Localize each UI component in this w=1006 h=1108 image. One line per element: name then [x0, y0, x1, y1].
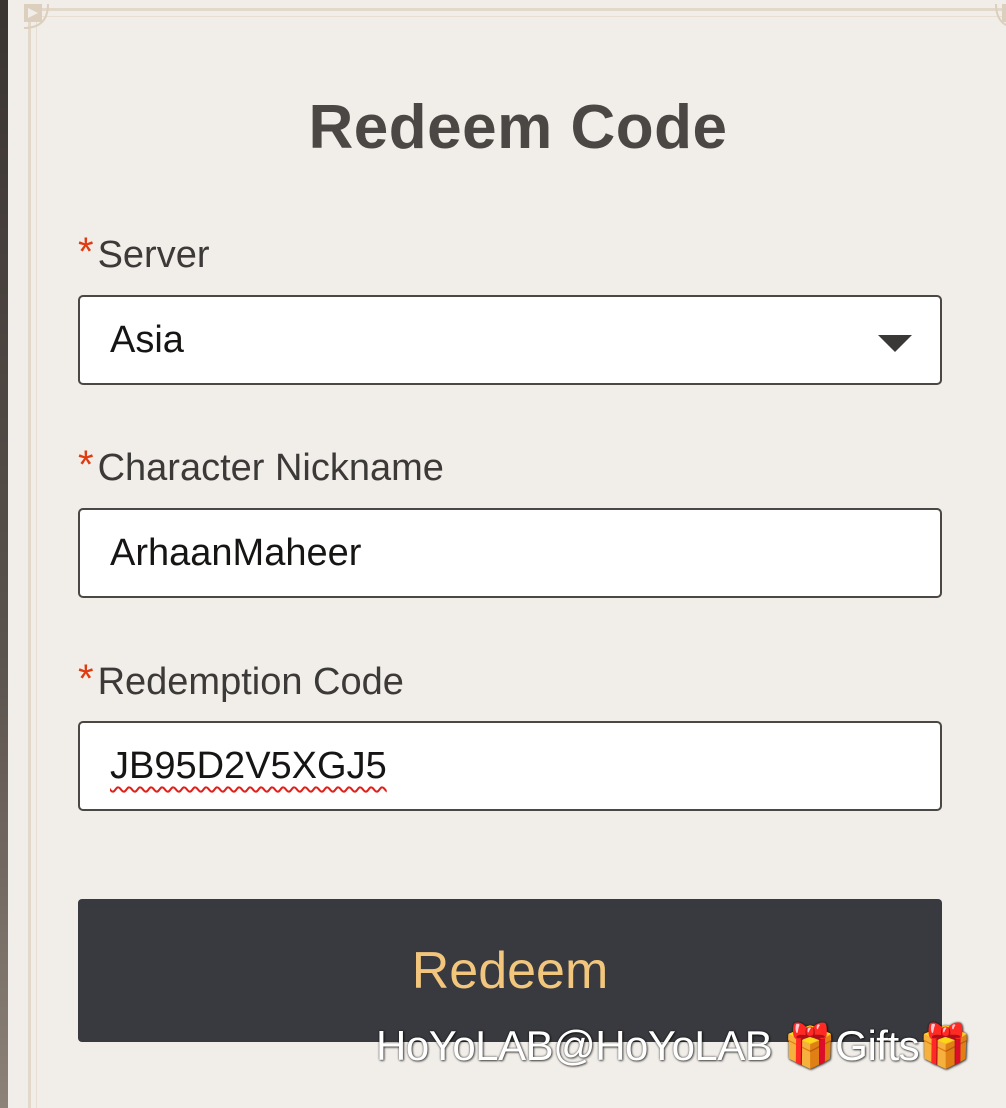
server-label: * Server — [78, 230, 210, 277]
server-select-value: Asia — [110, 319, 184, 361]
server-select[interactable]: Asia — [78, 295, 942, 385]
redeem-button-label: Redeem — [411, 941, 609, 1000]
nickname-input-value: ArhaanMaheer — [110, 532, 362, 574]
redeem-button[interactable]: Redeem — [78, 899, 942, 1042]
watermark-text: HoYoLAB@HoYoLAB 🎁Gifts🎁 — [376, 1022, 971, 1069]
redemption-code-value: JB95D2V5XGJ5 — [110, 745, 387, 787]
required-mark: * — [78, 230, 94, 274]
chevron-down-icon[interactable] — [878, 335, 912, 352]
required-mark: * — [78, 657, 94, 701]
nickname-input[interactable]: ArhaanMaheer — [78, 508, 942, 598]
dialog-title: Redeem Code — [308, 93, 728, 162]
nickname-label: * Character Nickname — [78, 443, 444, 490]
corner-ornament-icon — [22, 2, 52, 32]
redemption-code-input[interactable]: JB95D2V5XGJ5 — [78, 721, 942, 811]
code-label: * Redemption Code — [78, 657, 404, 704]
server-label-text: Server — [97, 234, 210, 276]
corner-ornament-icon — [992, 2, 1006, 32]
nickname-label-text: Character Nickname — [97, 447, 444, 489]
required-mark: * — [78, 443, 94, 487]
page-background: Redeem Code * Server Asia * Character Ni… — [0, 0, 1006, 1108]
code-label-text: Redemption Code — [97, 661, 404, 703]
